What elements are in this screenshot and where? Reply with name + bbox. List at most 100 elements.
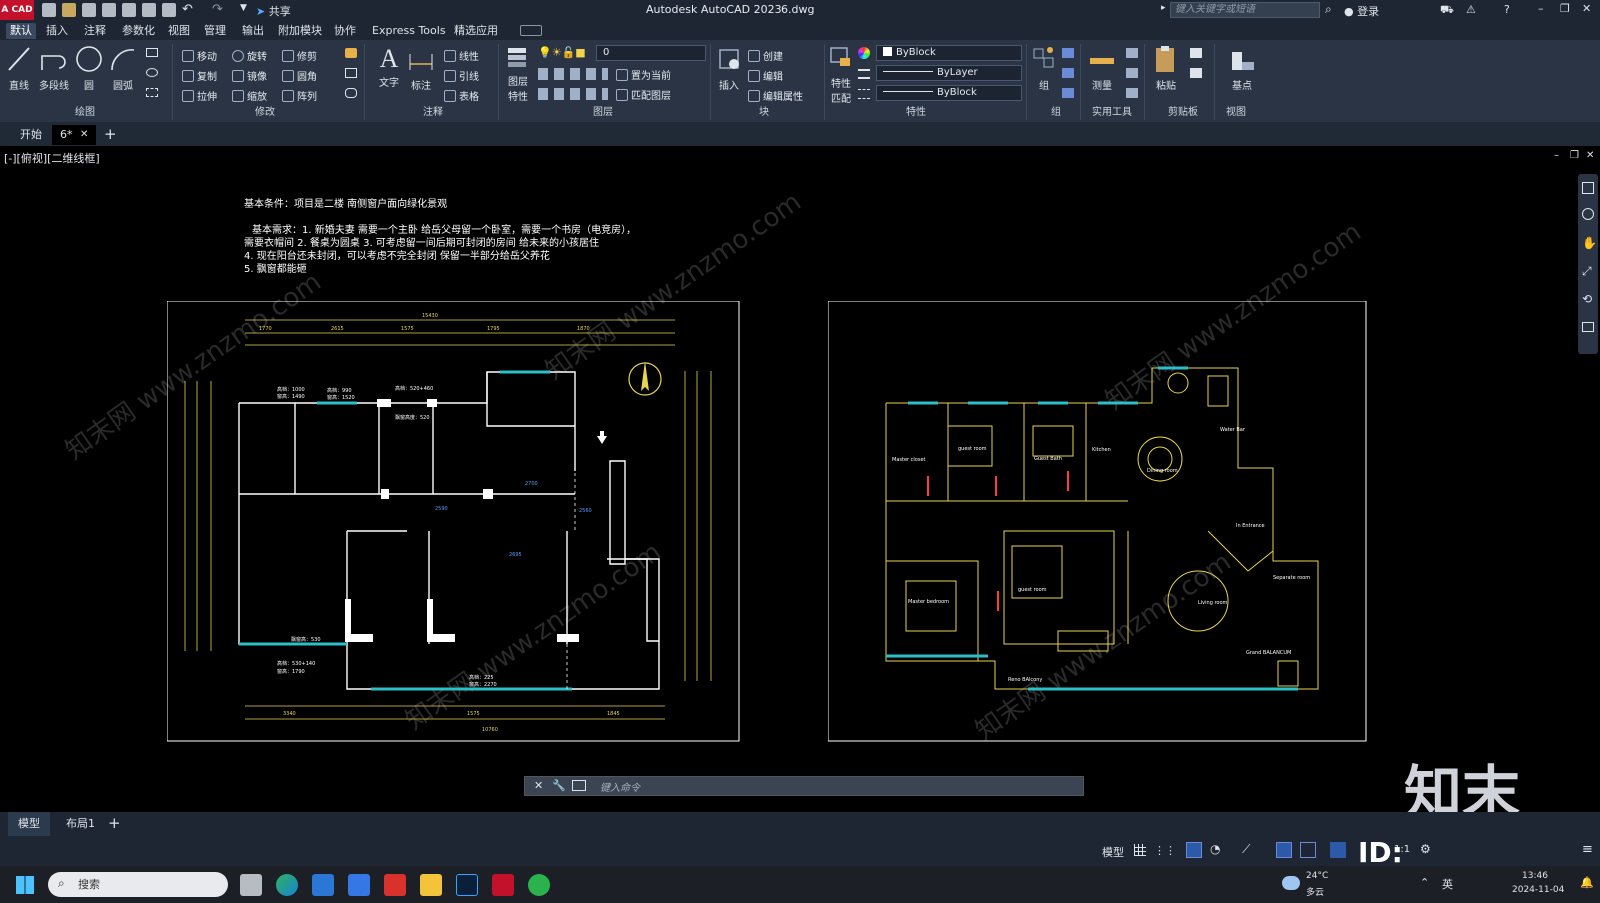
app-icon-blue[interactable] xyxy=(312,874,334,896)
tab-start[interactable]: 开始 xyxy=(12,125,50,145)
erase-icon[interactable] xyxy=(345,48,357,58)
table-command[interactable]: 表格 xyxy=(444,88,479,103)
fillet-command[interactable]: 圆角 xyxy=(282,68,317,83)
notification-icon[interactable]: 🔔 xyxy=(1580,876,1594,889)
offset-icon[interactable] xyxy=(345,88,357,98)
osnap-icon[interactable] xyxy=(1276,842,1292,858)
new-tab-icon[interactable]: + xyxy=(104,125,117,143)
redo-icon[interactable]: ↷ xyxy=(212,2,223,17)
undo-icon[interactable]: ↶ xyxy=(182,2,193,17)
app-badge[interactable]: A CAD xyxy=(0,0,34,20)
groups-panel-label[interactable]: 组 xyxy=(1036,106,1076,120)
stretch-command[interactable]: 拉伸 xyxy=(182,88,217,103)
furnished-floor-plan[interactable]: Master closet guest room Guest Bath Kitc… xyxy=(828,301,1368,753)
save-icon[interactable] xyxy=(82,3,96,17)
linear-command[interactable]: 线性 xyxy=(444,48,479,63)
taskbar-search[interactable]: 搜索 xyxy=(48,872,228,897)
app-icon-swift[interactable] xyxy=(348,874,370,896)
modify-panel-label[interactable]: 修改 xyxy=(240,106,290,120)
tab-model[interactable]: 模型 xyxy=(8,812,50,836)
clock-time[interactable]: 13:46 xyxy=(1522,871,1548,881)
wechat-icon[interactable] xyxy=(528,874,550,896)
print-icon[interactable] xyxy=(162,3,176,17)
tab-addins[interactable]: 附加模块 xyxy=(274,23,326,39)
tab-close-icon[interactable]: ✕ xyxy=(80,129,88,140)
linetype-dropdown[interactable]: ByLayer xyxy=(876,65,1022,81)
layer-properties-button[interactable]: 图层 特性 xyxy=(502,44,534,103)
arc-button[interactable]: 圆弧 xyxy=(108,44,138,94)
scale-command[interactable]: 缩放 xyxy=(232,88,267,103)
viewport-label[interactable]: [-][俯视][二维线框] xyxy=(4,150,100,166)
orbit-icon[interactable]: ⟲ xyxy=(1582,292,1592,306)
group-button[interactable]: 组 xyxy=(1030,44,1058,92)
command-prompt-icon[interactable] xyxy=(572,780,586,791)
autocad-icon[interactable] xyxy=(492,874,514,896)
copy-command[interactable]: 复制 xyxy=(182,68,217,83)
viewport-minimize-icon[interactable]: – xyxy=(1554,150,1559,161)
rectangle-icon[interactable] xyxy=(146,48,158,57)
region-icon[interactable] xyxy=(146,88,158,97)
properties-panel-label[interactable]: 特性 xyxy=(896,106,936,120)
color-dropdown[interactable]: ByBlock xyxy=(876,45,1022,61)
task-view-icon[interactable] xyxy=(240,874,262,896)
drawing-canvas[interactable]: [-][俯视][二维线框] – ❐ ✕ 知末网 www.znzmo.com 知末… xyxy=(0,146,1600,827)
utilities-panel-label[interactable]: 实用工具 xyxy=(1084,106,1140,120)
tab-manage[interactable]: 管理 xyxy=(200,23,230,39)
new-file-icon[interactable] xyxy=(42,3,56,17)
edge-icon[interactable] xyxy=(276,874,298,896)
tray-expand-icon[interactable]: ⌃ xyxy=(1420,876,1429,889)
model-space-button[interactable]: 模型 xyxy=(1102,844,1124,860)
share-button[interactable]: ➤ 共享 xyxy=(256,3,291,19)
cart-icon[interactable]: ⛟ xyxy=(1440,3,1454,18)
command-settings-icon[interactable]: 🔧 xyxy=(552,779,566,792)
clipboard-tools-icons[interactable] xyxy=(1190,48,1202,82)
save-as-icon[interactable] xyxy=(102,3,116,17)
tab-layout1[interactable]: 布局1 xyxy=(60,812,101,836)
line-button[interactable]: 直线 xyxy=(4,44,34,94)
snap-icon[interactable]: ⋮⋮ xyxy=(1154,844,1176,857)
annotation-panel-label[interactable]: 注释 xyxy=(408,106,458,120)
edit-attributes-command[interactable]: 编辑属性 xyxy=(748,88,803,103)
tab-view[interactable]: 视图 xyxy=(164,23,194,39)
create-block-command[interactable]: 创建 xyxy=(748,48,783,63)
add-layout-icon[interactable]: + xyxy=(108,814,121,832)
block-panel-label[interactable]: 块 xyxy=(744,106,784,120)
tab-default[interactable]: 默认 xyxy=(6,23,36,39)
close-icon[interactable]: ✕ xyxy=(1582,2,1591,15)
dimension-button[interactable]: 标注 xyxy=(406,44,436,92)
layer-dropdown[interactable]: 0 xyxy=(596,45,706,61)
lineweight-dropdown[interactable]: ByBlock xyxy=(876,85,1022,101)
zoom-extents-icon[interactable]: ⤢ xyxy=(1582,264,1592,279)
tab-insert[interactable]: 插入 xyxy=(42,23,72,39)
a360-icon[interactable]: ⚠ xyxy=(1466,3,1476,16)
tab-drawing[interactable]: 6* xyxy=(52,125,96,145)
layers-panel-label[interactable]: 图层 xyxy=(578,106,628,120)
tab-express-tools[interactable]: Express Tools xyxy=(368,23,450,39)
weather-icon[interactable] xyxy=(1282,876,1300,890)
open-web-icon[interactable] xyxy=(122,3,136,17)
ime-indicator[interactable]: 英 xyxy=(1442,876,1453,892)
grid-icon[interactable] xyxy=(1134,844,1146,856)
save-web-icon[interactable] xyxy=(142,3,156,17)
view-panel-label[interactable]: 视图 xyxy=(1216,106,1256,120)
viewcube-icon[interactable] xyxy=(1582,182,1594,194)
search-expand-icon[interactable]: ▸ xyxy=(1161,3,1166,13)
base-point-button[interactable]: 基点 xyxy=(1226,44,1258,92)
paste-button[interactable]: 粘贴 xyxy=(1150,44,1182,92)
measure-button[interactable]: 测量 xyxy=(1086,44,1118,92)
utility-tools-icons[interactable] xyxy=(1126,48,1138,98)
otrack-icon[interactable] xyxy=(1300,842,1316,858)
hatch-icon[interactable] xyxy=(146,68,158,77)
annotation-visibility-icon[interactable] xyxy=(1330,842,1346,858)
leader-command[interactable]: 引线 xyxy=(444,68,479,83)
match-layer-command[interactable]: 匹配图层 xyxy=(616,87,671,102)
ribbon-toggle-icon[interactable] xyxy=(520,25,542,36)
ortho-icon[interactable] xyxy=(1186,842,1202,858)
open-file-icon[interactable] xyxy=(62,3,76,17)
minimize-icon[interactable]: – xyxy=(1538,2,1544,15)
qat-menu-icon[interactable]: ▼ xyxy=(240,3,247,13)
polar-icon[interactable]: ◔ xyxy=(1210,842,1220,856)
file-explorer-icon[interactable] xyxy=(420,874,442,896)
rotate-command[interactable]: 旋转 xyxy=(232,48,267,63)
search-icon[interactable]: ⌕ xyxy=(1325,2,1332,17)
